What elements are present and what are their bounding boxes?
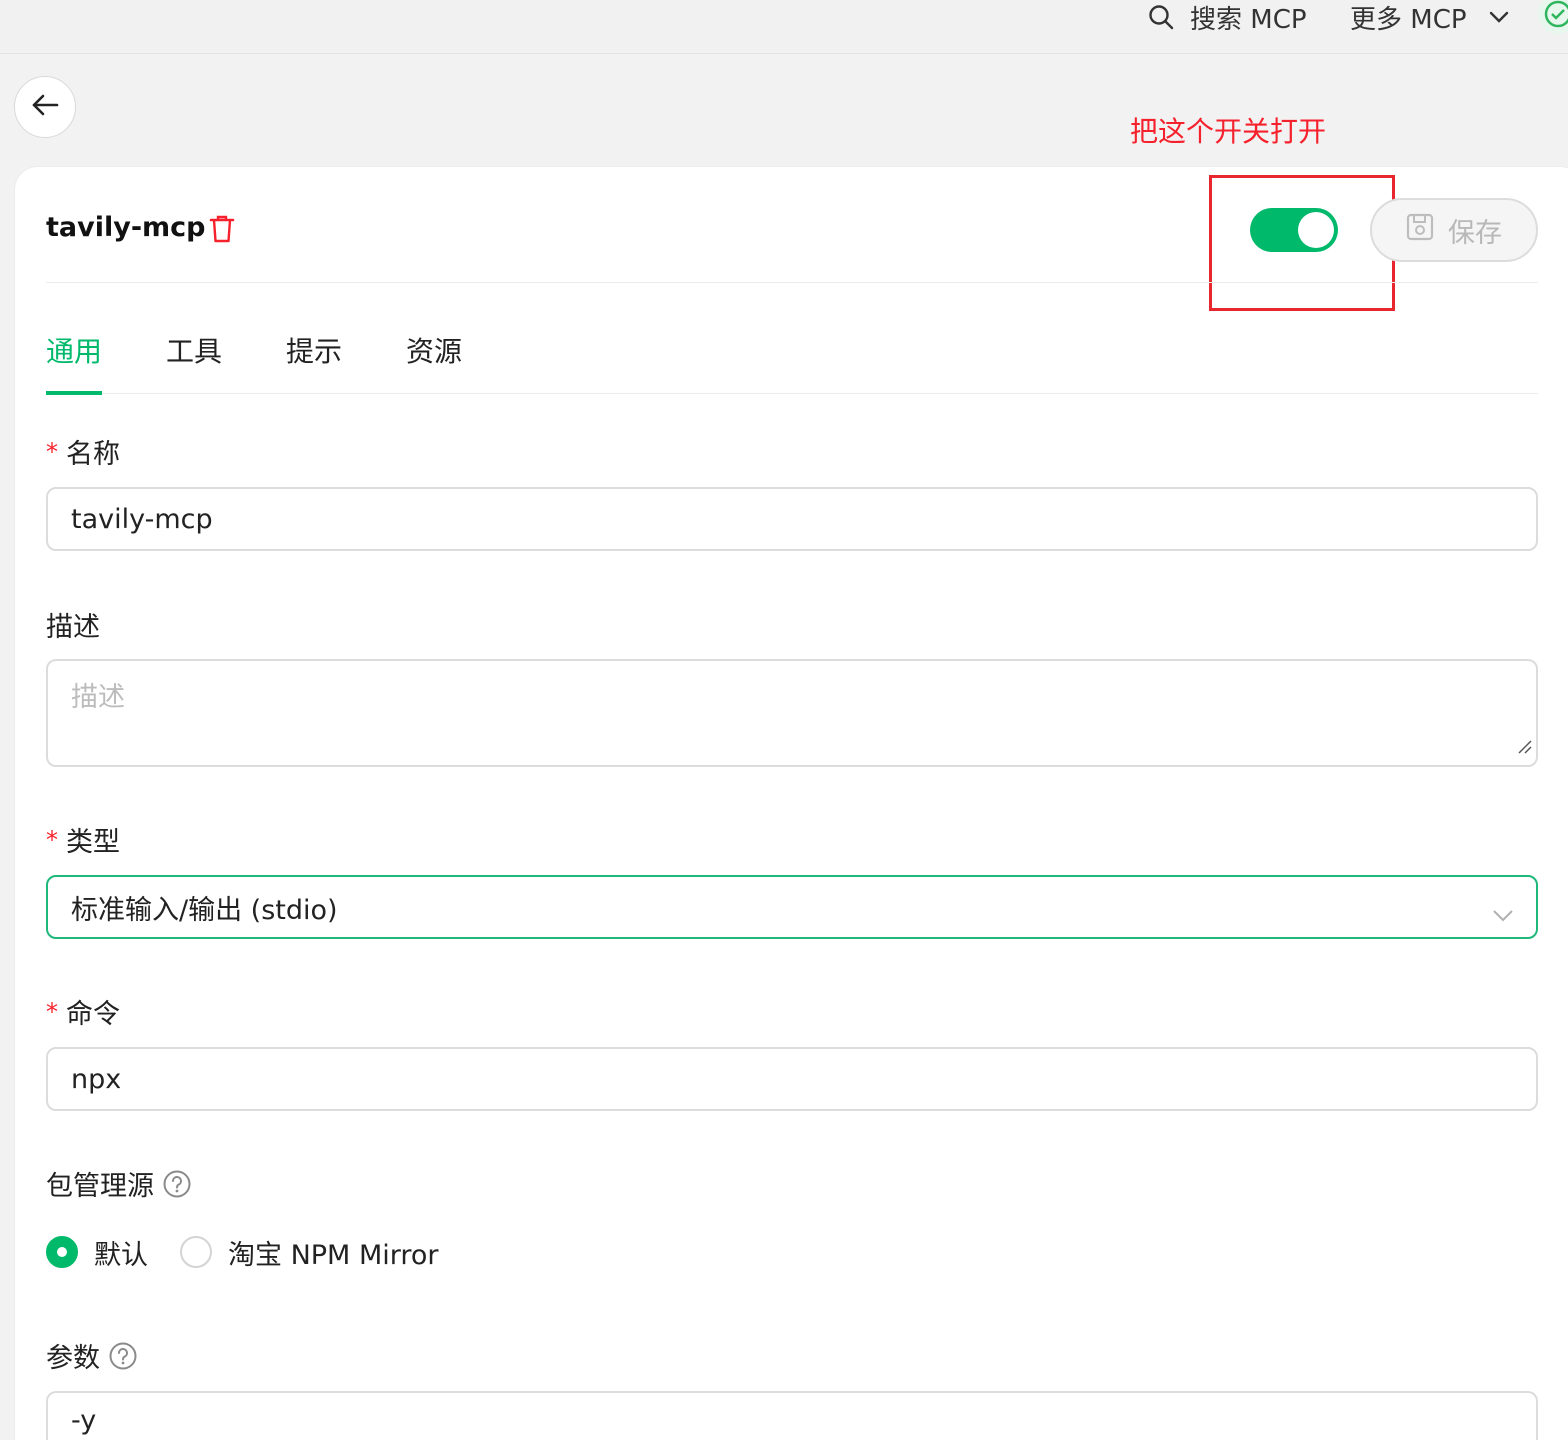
help-icon[interactable]	[162, 1169, 192, 1199]
description-textarea[interactable]: 描述	[46, 659, 1538, 767]
tab-general[interactable]: 通用	[46, 330, 102, 370]
chevron-down-icon	[1489, 11, 1509, 23]
args-label: 参数	[46, 1336, 138, 1375]
required-mark: *	[46, 997, 58, 1026]
tab-resources[interactable]: 资源	[406, 330, 462, 370]
more-mcp-label: 更多 MCP	[1350, 4, 1467, 35]
server-title: tavily-mcp	[46, 212, 206, 243]
radio-taobao-mirror[interactable]	[180, 1236, 212, 1268]
tab-tools[interactable]: 工具	[166, 330, 222, 370]
command-input[interactable]: npx	[46, 1047, 1538, 1111]
registry-label-text: 包管理源	[46, 1171, 154, 1202]
radio-default-label[interactable]: 默认	[94, 1233, 148, 1272]
name-label-text: 名称	[66, 439, 120, 470]
command-label: * 命令	[46, 992, 120, 1031]
type-select[interactable]: 标准输入/输出 (stdio)	[46, 875, 1538, 939]
active-tab-indicator	[46, 391, 102, 395]
annotation-highlight-box	[1209, 175, 1395, 311]
search-icon	[1148, 4, 1174, 30]
description-placeholder: 描述	[71, 682, 125, 713]
save-label: 保存	[1448, 217, 1502, 249]
name-label: * 名称	[46, 432, 120, 471]
chevron-down-icon	[1492, 899, 1514, 930]
search-mcp-button[interactable]: 搜索 MCP	[1148, 0, 1307, 35]
top-bar: 搜索 MCP 更多 MCP	[0, 0, 1568, 54]
type-label: * 类型	[46, 820, 120, 859]
radio-default[interactable]	[46, 1236, 78, 1268]
save-button[interactable]: 保存	[1370, 198, 1538, 262]
name-input[interactable]: tavily-mcp	[46, 487, 1538, 551]
command-label-text: 命令	[66, 999, 120, 1030]
help-icon[interactable]	[108, 1341, 138, 1371]
command-input-value: npx	[71, 1063, 122, 1095]
back-button[interactable]	[14, 76, 76, 138]
tab-prompts[interactable]: 提示	[286, 330, 342, 370]
arrow-left-icon	[31, 93, 59, 121]
registry-radio-group: 默认 淘宝 NPM Mirror	[46, 1233, 439, 1272]
name-input-value: tavily-mcp	[71, 503, 213, 535]
more-mcp-dropdown[interactable]: 更多 MCP	[1350, 0, 1509, 35]
resize-handle-icon[interactable]	[1516, 730, 1532, 761]
trash-icon[interactable]	[208, 214, 236, 248]
header-divider	[46, 282, 1538, 283]
type-select-value: 标准输入/输出 (stdio)	[71, 894, 338, 926]
radio-taobao-mirror-label[interactable]: 淘宝 NPM Mirror	[228, 1233, 439, 1272]
tabs-divider	[46, 393, 1538, 394]
required-mark: *	[46, 437, 58, 466]
required-mark: *	[46, 825, 58, 854]
args-label-text: 参数	[46, 1343, 100, 1374]
annotation-text: 把这个开关打开	[1130, 115, 1327, 148]
args-textarea[interactable]: -y	[46, 1391, 1538, 1440]
search-mcp-label: 搜索 MCP	[1190, 4, 1307, 35]
type-label-text: 类型	[66, 827, 120, 858]
description-label-text: 描述	[46, 612, 100, 643]
registry-label: 包管理源	[46, 1164, 192, 1203]
args-value: -y	[71, 1405, 97, 1436]
check-circle-icon	[1538, 0, 1568, 34]
save-icon	[1406, 213, 1434, 248]
description-label: 描述	[46, 605, 100, 644]
